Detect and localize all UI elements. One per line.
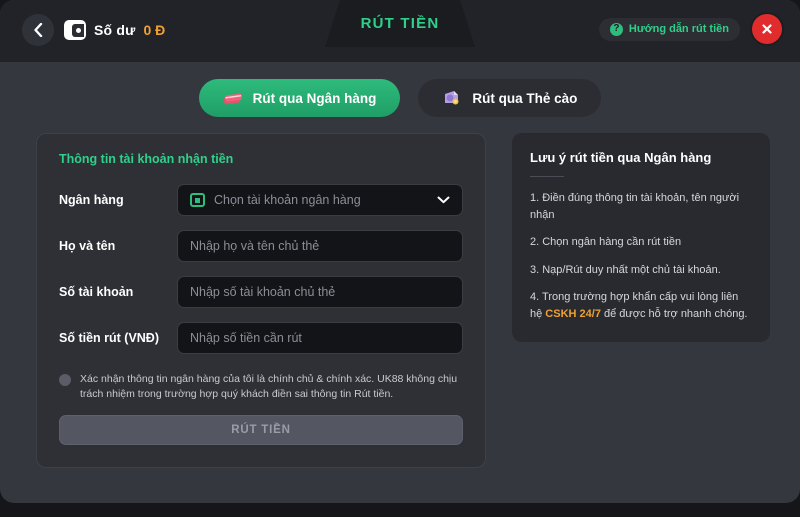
tab-withdraw-scratch-card[interactable]: Rút qua Thẻ cào [418, 79, 602, 117]
fullname-field-label: Họ và tên [59, 239, 116, 253]
header-left-group: Số dư 0 Đ [22, 14, 165, 46]
account-number-input-placeholder: Nhập số tài khoản chủ thẻ [190, 285, 336, 299]
notes-divider [530, 176, 564, 177]
account-number-input[interactable]: Nhập số tài khoản chủ thẻ [177, 276, 463, 308]
notes-title: Lưu ý rút tiền qua Ngân hàng [530, 150, 712, 165]
chevron-down-icon [437, 196, 450, 204]
back-button[interactable] [22, 14, 54, 46]
consent-row: Xác nhận thông tin ngân hàng của tôi là … [59, 372, 463, 402]
note-4-suffix: để được hỗ trợ nhanh chóng. [600, 307, 748, 320]
amount-field-label: Số tiền rút (VNĐ) [59, 331, 159, 345]
note-item: 3. Nạp/Rút duy nhất một chủ tài khoản. [530, 263, 721, 276]
fullname-input[interactable]: Nhập họ và tên chủ thẻ [177, 230, 463, 262]
wallet-icon [64, 20, 86, 40]
close-button[interactable] [752, 14, 782, 44]
fullname-input-placeholder: Nhập họ và tên chủ thẻ [190, 239, 320, 253]
note-item: 1. Điền đúng thông tin tài khoản, tên ng… [530, 192, 740, 221]
bank-cards-icon [223, 93, 242, 105]
bank-icon [190, 193, 205, 207]
consent-checkbox[interactable] [59, 374, 71, 386]
balance-label: Số dư [94, 22, 136, 38]
scratch-card-icon [445, 91, 459, 105]
amount-input[interactable]: Nhập số tiền cần rút [177, 322, 463, 354]
bank-select[interactable]: Chọn tài khoản ngân hàng [177, 184, 463, 216]
amount-input-placeholder: Nhập số tiền cần rút [190, 331, 302, 345]
field-row-amount: Số tiền rút (VNĐ) Nhập số tiền cần rút [59, 322, 463, 354]
withdraw-guide-label: Hướng dẫn rút tiền [628, 23, 729, 35]
consent-text: Xác nhận thông tin ngân hàng của tôi là … [80, 373, 458, 401]
withdraw-notes-panel: Lưu ý rút tiền qua Ngân hàng 1. Điền đún… [512, 133, 770, 342]
form-section-title: Thông tin tài khoản nhận tiền [59, 152, 234, 166]
withdraw-method-tabs: Rút qua Ngân hàng Rút qua Thẻ cào [0, 79, 800, 117]
note-item: 4. Trong trường hợp khẩn cấp vui lòng li… [530, 289, 752, 322]
page-title: RÚT TIỀN [325, 0, 475, 47]
modal-body: Thông tin tài khoản nhận tiền Ngân hàng … [0, 117, 800, 469]
bank-field-label: Ngân hàng [59, 193, 124, 207]
page-title-text: RÚT TIỀN [360, 15, 440, 32]
submit-withdraw-label: RÚT TIỀN [231, 424, 291, 437]
note-item: 2. Chọn ngân hàng cần rút tiền [530, 236, 682, 248]
tab-withdraw-bank[interactable]: Rút qua Ngân hàng [198, 79, 401, 117]
account-number-field-label: Số tài khoản [59, 285, 134, 299]
cskh-link[interactable]: CSKH 24/7 [545, 308, 601, 320]
submit-withdraw-button[interactable]: RÚT TIỀN [59, 415, 463, 446]
withdraw-modal: Số dư 0 Đ RÚT TIỀN ? Hướng dẫn rút tiền [0, 0, 800, 503]
field-row-account-number: Số tài khoản Nhập số tài khoản chủ thẻ [59, 276, 463, 308]
balance-value: 0 Đ [143, 22, 166, 38]
balance-display: Số dư 0 Đ [64, 20, 165, 40]
tab-withdraw-scratch-card-label: Rút qua Thẻ cào [472, 90, 578, 106]
chevron-left-icon [34, 23, 43, 37]
modal-header: Số dư 0 Đ RÚT TIỀN ? Hướng dẫn rút tiền [0, 0, 800, 62]
bank-select-placeholder: Chọn tài khoản ngân hàng [214, 193, 361, 207]
tab-withdraw-bank-label: Rút qua Ngân hàng [252, 90, 377, 106]
header-right-group: ? Hướng dẫn rút tiền [598, 14, 782, 44]
withdraw-guide-button[interactable]: ? Hướng dẫn rút tiền [598, 17, 740, 41]
field-row-fullname: Họ và tên Nhập họ và tên chủ thẻ [59, 230, 463, 262]
field-row-bank: Ngân hàng Chọn tài khoản ngân hàng [59, 184, 463, 216]
withdraw-form-panel: Thông tin tài khoản nhận tiền Ngân hàng … [36, 133, 486, 469]
question-circle-icon: ? [609, 22, 623, 36]
close-icon [762, 24, 772, 34]
